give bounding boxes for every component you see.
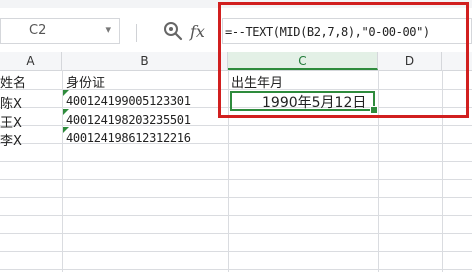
name-box[interactable]: C2 ▾: [0, 18, 120, 44]
name-box-value: C2: [29, 23, 47, 38]
cell-b1[interactable]: 身份证: [66, 72, 105, 91]
chevron-down-icon[interactable]: ▾: [105, 23, 111, 36]
cell-a1[interactable]: 姓名: [0, 72, 26, 91]
grid-line: [62, 70, 63, 272]
cell-b4[interactable]: 400124198612312216: [66, 131, 191, 145]
cell-a3[interactable]: 王X: [0, 112, 22, 131]
grid-line: [0, 233, 472, 234]
grid-line: [0, 179, 472, 180]
cell-b3[interactable]: 400124198203235501: [66, 113, 191, 127]
zoom-icon[interactable]: [160, 18, 186, 44]
grid-line: [0, 251, 472, 252]
grid-line: [0, 161, 472, 162]
column-header-b[interactable]: B: [62, 52, 228, 70]
cell-a2[interactable]: 陈X: [0, 93, 22, 112]
cell-b2[interactable]: 400124199005123301: [66, 94, 191, 108]
highlight-annotation-box: [218, 2, 469, 118]
toolbar-separator: [136, 24, 137, 42]
grid-line: [0, 215, 472, 216]
column-header-a[interactable]: A: [0, 52, 62, 70]
cell-a4[interactable]: 李X: [0, 130, 22, 149]
grid-line: [0, 269, 472, 270]
grid-line: [0, 197, 472, 198]
fx-icon[interactable]: fx: [190, 22, 205, 41]
